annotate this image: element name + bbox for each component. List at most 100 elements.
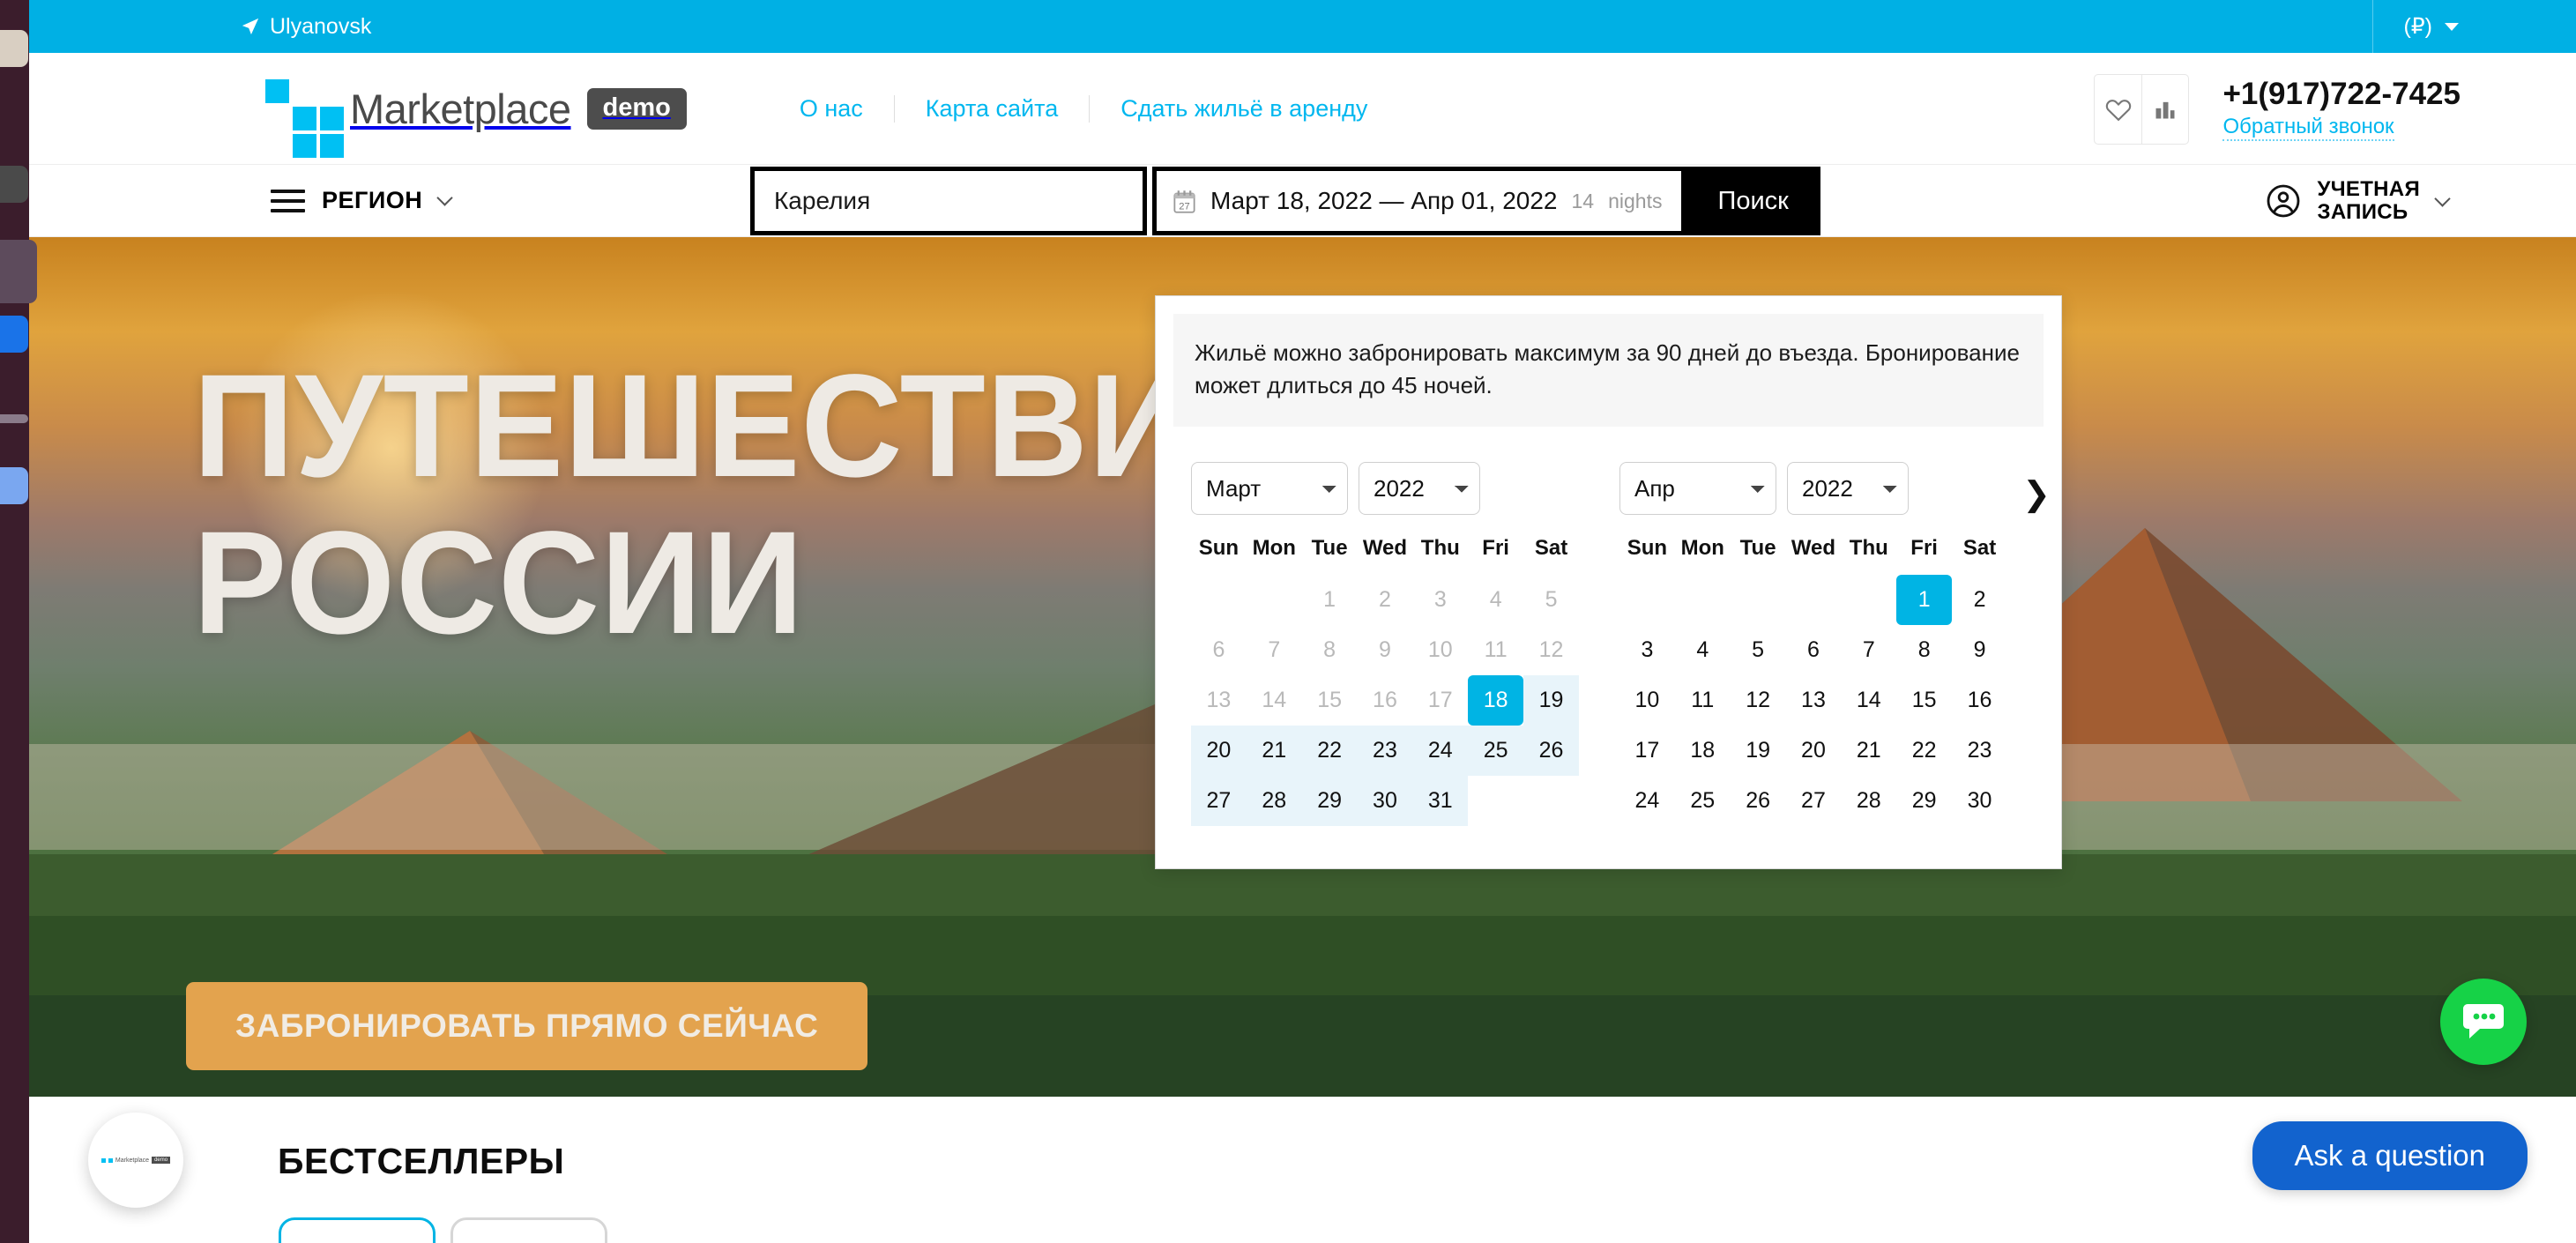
calendar-day-21[interactable]: 21	[1841, 726, 1896, 776]
dock-icon-5[interactable]	[0, 467, 28, 504]
calendar-day-22[interactable]: 22	[1301, 725, 1358, 776]
calendar-day-2[interactable]: 2	[1952, 575, 2007, 625]
calendar-day-29[interactable]: 29	[1301, 775, 1358, 826]
month-1-month-select[interactable]: ЯнвФевМартАпрМайИюньИюльАвгСенОктНояДек	[1191, 461, 1348, 515]
calendar-day-27[interactable]: 27	[1786, 776, 1842, 826]
month-1-year-select[interactable]: 20222023	[1359, 461, 1480, 515]
nav-item-about[interactable]: О нас	[800, 95, 894, 123]
weekday-header: Wed	[1362, 535, 1408, 560]
calendar-day-29[interactable]: 29	[1896, 776, 1952, 826]
header-right-cluster: +1(917)722-7425 Обратный звонок	[2094, 53, 2461, 165]
calendar-day-8[interactable]: 8	[1896, 625, 1952, 675]
month-2-month-select[interactable]: ЯнвФевМартАпрМайИюньИюльАвгСенОктНояДек	[1619, 461, 1776, 515]
weekday-header: Mon	[1252, 535, 1296, 560]
calendar-week-row: 3456789	[1619, 625, 2007, 675]
calendar-day-28[interactable]: 28	[1246, 775, 1302, 826]
date-field-wrapper: 27 Март 18, 2022 — Апр 01, 2022 14 night…	[1152, 167, 1686, 235]
calendar-day-18[interactable]: 18	[1468, 674, 1524, 726]
calendar-day-20[interactable]: 20	[1191, 725, 1247, 776]
calendar-week-row: 20 21 22 23 24 25 26	[1191, 725, 1579, 776]
month-2-year-select[interactable]: 20222023	[1787, 461, 1909, 515]
destination-input[interactable]	[750, 167, 1147, 235]
calendar-day-17: 17	[1427, 687, 1453, 712]
dock-icon-files[interactable]	[0, 240, 37, 303]
floating-logo-text: Marketplace	[115, 1157, 150, 1164]
callback-link[interactable]: Обратный звонок	[2222, 115, 2394, 141]
calendar-day-5[interactable]: 5	[1731, 625, 1786, 675]
weekday-header: Mon	[1680, 535, 1724, 560]
calendar-day-13: 13	[1206, 687, 1232, 712]
calendar-day-7[interactable]: 7	[1841, 625, 1896, 675]
calendar-day-26[interactable]: 26	[1731, 776, 1786, 826]
location-arrow-icon	[242, 18, 259, 35]
calendar-day-30[interactable]: 30	[1952, 776, 2007, 826]
ask-question-button[interactable]: Ask a question	[2252, 1121, 2528, 1190]
chat-widget-button[interactable]	[2440, 979, 2527, 1065]
compare-button[interactable]	[2141, 74, 2188, 144]
top-utility-bar: Ulyanovsk (₽)	[29, 0, 2576, 53]
dock-icon-1[interactable]	[0, 30, 28, 67]
user-circle-icon	[2267, 184, 2299, 218]
calendar-day-3[interactable]: 3	[1619, 625, 1675, 675]
date-range-picker: Жильё можно забронировать максимум за 90…	[1155, 295, 2062, 869]
calendar-day-19[interactable]: 19	[1731, 726, 1786, 776]
calendar-day-31[interactable]: 31	[1412, 775, 1469, 826]
calendar-empty-cell	[1841, 575, 1896, 625]
calendar-day-6[interactable]: 6	[1786, 625, 1842, 675]
search-button[interactable]: Поиск	[1686, 167, 1820, 235]
calendar-day-15[interactable]: 15	[1896, 675, 1952, 726]
calendar-day-24[interactable]: 24	[1619, 776, 1675, 826]
calendar-day-25[interactable]: 25	[1675, 776, 1731, 826]
calendar-day-22[interactable]: 22	[1896, 726, 1952, 776]
region-menu-button[interactable]: РЕГИОН	[271, 183, 453, 219]
calendar-day-13[interactable]: 13	[1786, 675, 1842, 726]
calendar-day-18[interactable]: 18	[1675, 726, 1731, 776]
calendar-day-23[interactable]: 23	[1357, 725, 1413, 776]
calendar-day-19[interactable]: 19	[1523, 674, 1579, 726]
calendar-day-20[interactable]: 20	[1786, 726, 1842, 776]
calendar-day-12[interactable]: 12	[1731, 675, 1786, 726]
calendar-day-24[interactable]: 24	[1412, 725, 1469, 776]
calendar-day-10[interactable]: 10	[1619, 675, 1675, 726]
city-selector[interactable]: Ulyanovsk	[241, 14, 371, 40]
nav-item-sitemap[interactable]: Карта сайта	[893, 94, 1089, 123]
calendar-day-11[interactable]: 11	[1675, 675, 1731, 726]
nav-item-rent-out[interactable]: Сдать жильё в аренду	[1089, 94, 1398, 123]
calendar-day-25[interactable]: 25	[1468, 725, 1524, 776]
calendar-day-21[interactable]: 21	[1246, 725, 1302, 776]
account-menu[interactable]: УЧЕТНАЯ ЗАПИСЬ	[2266, 165, 2451, 237]
phone-number[interactable]: +1(917)722-7425	[2222, 77, 2461, 111]
calendar-day-1[interactable]: 1	[1896, 574, 1953, 625]
calendar-day-5: 5	[1545, 586, 1558, 612]
calendar-day-9[interactable]: 9	[1952, 625, 2007, 675]
bestsellers-tab-inactive[interactable]	[450, 1217, 607, 1243]
date-range-text: Март 18, 2022 — Апр 01, 2022	[1210, 187, 1558, 214]
calendar-week-row: 1 2 3 4 5	[1191, 575, 1579, 625]
calendar-day-17[interactable]: 17	[1619, 726, 1675, 776]
dock-icon-2[interactable]	[0, 166, 28, 203]
currency-label: (₽)	[2403, 14, 2432, 39]
next-month-button[interactable]: ❯	[2022, 478, 2051, 511]
logo-link[interactable]: Marketplace demo	[265, 79, 687, 158]
calendar-day-15: 15	[1317, 687, 1343, 712]
calendar-day-23[interactable]: 23	[1952, 726, 2007, 776]
calendar-day-27[interactable]: 27	[1191, 775, 1247, 826]
calendar-day-26[interactable]: 26	[1523, 725, 1579, 776]
dock-icon-4[interactable]	[0, 414, 28, 423]
favorites-button[interactable]	[2095, 75, 2141, 144]
svg-text:27: 27	[1179, 201, 1189, 212]
bestsellers-tab-active[interactable]	[279, 1217, 436, 1243]
weekday-header: Sat	[1534, 535, 1568, 560]
weekday-header: Thu	[1849, 535, 1888, 560]
calendar-week-row: 12	[1619, 574, 2007, 625]
calendar-day-14[interactable]: 14	[1841, 675, 1896, 726]
currency-selector[interactable]: (₽)	[2372, 0, 2459, 53]
calendar-day-16[interactable]: 16	[1952, 675, 2007, 726]
dock-icon-3[interactable]	[0, 316, 28, 353]
calendar-day-28[interactable]: 28	[1841, 776, 1896, 826]
floating-logo-badge[interactable]: Marketplace demo	[88, 1113, 183, 1208]
calendar-day-30[interactable]: 30	[1357, 775, 1413, 826]
calendar-day-4[interactable]: 4	[1675, 625, 1731, 675]
hero-cta-button[interactable]: ЗАБРОНИРОВАТЬ ПРЯМО СЕЙЧАС	[186, 982, 868, 1070]
date-range-field[interactable]: 27 Март 18, 2022 — Апр 01, 2022 14 night…	[1157, 171, 1682, 231]
